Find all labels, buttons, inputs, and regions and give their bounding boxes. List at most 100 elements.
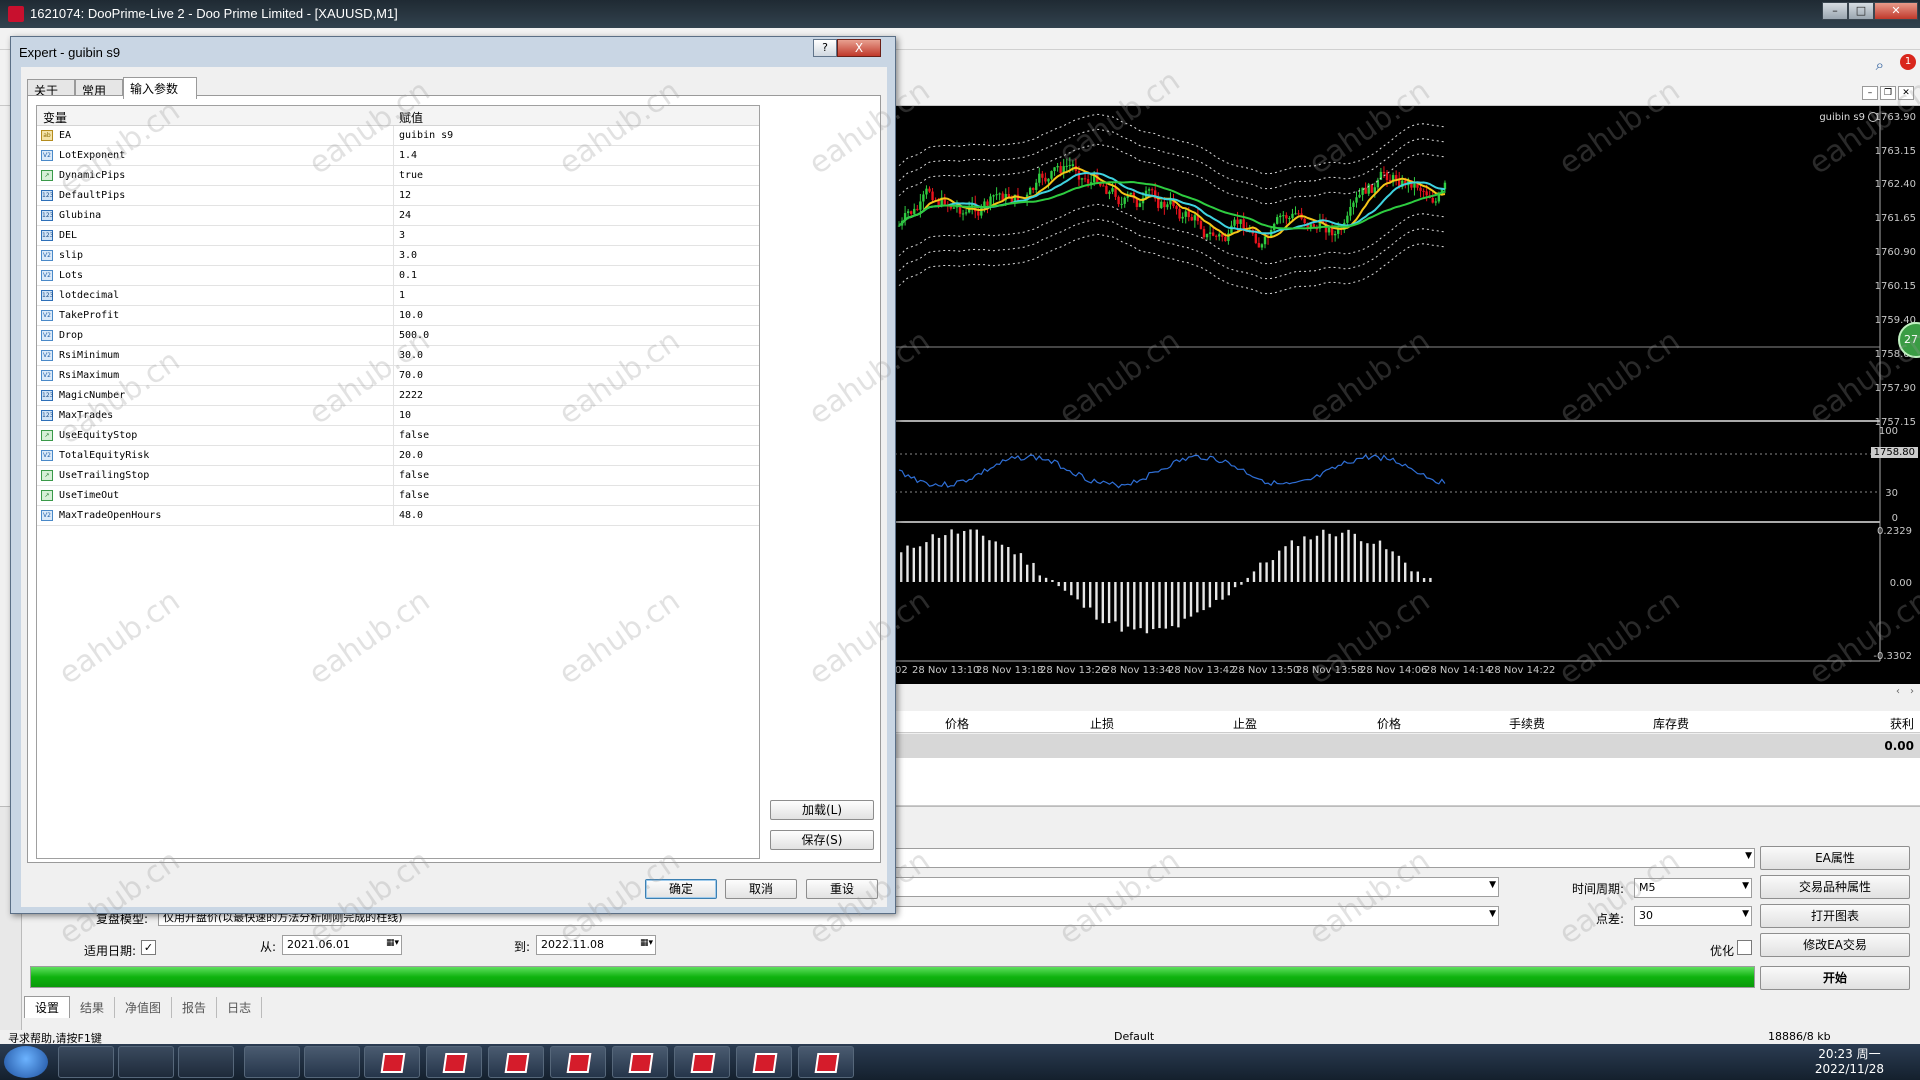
tab-settings[interactable]: 设置 — [24, 996, 71, 1018]
notification-badge[interactable]: 1 — [1900, 54, 1916, 70]
price-chart[interactable]: guibin s9 1763.90 1763.15 1762.40 1761.65 17… — [895, 106, 1920, 684]
param-name: Lots — [59, 270, 84, 281]
param-row[interactable]: 123 MaxTrades 10 — [37, 406, 759, 426]
tab-report[interactable]: 报告 — [172, 997, 218, 1018]
param-value[interactable]: 48.0 — [399, 510, 423, 521]
param-row[interactable]: V2 TakeProfit 10.0 — [37, 306, 759, 326]
param-value[interactable]: false — [399, 430, 429, 441]
tab-inputs[interactable]: 输入参数 — [123, 77, 197, 99]
param-value[interactable]: 10 — [399, 410, 411, 421]
param-row[interactable]: V2 TotalEquityRisk 20.0 — [37, 446, 759, 466]
mt4-window-icon[interactable] — [364, 1046, 420, 1078]
taskbar-app-s-icon[interactable] — [304, 1046, 360, 1078]
param-row[interactable]: 123 DEL 3 — [37, 226, 759, 246]
mt4-window-icon[interactable] — [550, 1046, 606, 1078]
tab-results[interactable]: 结果 — [70, 997, 116, 1018]
mt4-window-icon[interactable] — [488, 1046, 544, 1078]
param-value[interactable]: 3.0 — [399, 250, 417, 261]
start-button[interactable]: 开始 — [1760, 966, 1910, 990]
calendar-icon[interactable]: ▦▾ — [386, 938, 399, 948]
open-chart-button[interactable]: 打开图表 — [1760, 904, 1910, 928]
param-row[interactable]: 123 Glubina 24 — [37, 206, 759, 226]
ok-button[interactable]: 确定 — [645, 879, 717, 899]
mt4-window-icon[interactable] — [426, 1046, 482, 1078]
mt4-window-icon[interactable] — [736, 1046, 792, 1078]
param-row[interactable]: V2 RsiMaximum 70.0 — [37, 366, 759, 386]
optimize-checkbox[interactable] — [1737, 940, 1752, 955]
param-row[interactable]: V2 Lots 0.1 — [37, 266, 759, 286]
param-value[interactable]: 10.0 — [399, 310, 423, 321]
param-value[interactable]: 24 — [399, 210, 411, 221]
param-value[interactable]: 3 — [399, 230, 405, 241]
param-row[interactable]: ↗ UseEquityStop false — [37, 426, 759, 446]
param-value[interactable]: 1 — [399, 290, 405, 301]
scroll-left-icon[interactable]: ‹ — [1896, 686, 1900, 697]
symbol-properties-button[interactable]: 交易品种属性 — [1760, 875, 1910, 899]
oscillator-bar — [925, 542, 928, 582]
cancel-button[interactable]: 取消 — [725, 879, 797, 899]
param-row[interactable]: V2 RsiMinimum 30.0 — [37, 346, 759, 366]
calendar-icon[interactable]: ▦▾ — [640, 938, 653, 948]
spread-select[interactable]: 30 ▼ — [1634, 906, 1752, 926]
minimize-button[interactable]: – — [1822, 2, 1848, 20]
param-value[interactable]: 70.0 — [399, 370, 423, 381]
expert-select[interactable]: ▼ — [895, 848, 1755, 868]
dialog-close-button[interactable]: X — [837, 39, 881, 57]
mt4-window-icon[interactable] — [798, 1046, 854, 1078]
maximize-button[interactable]: □ — [1848, 2, 1874, 20]
param-value[interactable]: 12 — [399, 190, 411, 201]
param-row[interactable]: 123 MagicNumber 2222 — [37, 386, 759, 406]
start-button[interactable] — [4, 1046, 48, 1078]
mdi-minimize-icon[interactable]: – — [1862, 86, 1878, 100]
param-row[interactable]: V2 Drop 500.0 — [37, 326, 759, 346]
mt4-window-icon[interactable] — [674, 1046, 730, 1078]
param-value[interactable]: 30.0 — [399, 350, 423, 361]
param-row[interactable]: ↗ UseTrailingStop false — [37, 466, 759, 486]
clock[interactable]: 20:23 周一 2022/11/28 — [1815, 1047, 1884, 1077]
param-row[interactable]: 123 DefaultPips 12 — [37, 186, 759, 206]
param-value[interactable]: 0.1 — [399, 270, 417, 281]
taskbar-app-green-icon[interactable] — [244, 1046, 300, 1078]
folder-icon[interactable] — [178, 1046, 234, 1078]
ea-properties-button[interactable]: EA属性 — [1760, 846, 1910, 870]
mdi-restore-icon[interactable]: ❐ — [1880, 86, 1896, 100]
param-value[interactable]: true — [399, 170, 423, 181]
help-button[interactable]: ? — [813, 39, 837, 57]
param-row[interactable]: 123 lotdecimal 1 — [37, 286, 759, 306]
param-value[interactable]: false — [399, 470, 429, 481]
modify-ea-button[interactable]: 修改EA交易 — [1760, 933, 1910, 957]
param-row[interactable]: ab EA guibin s9 — [37, 126, 759, 146]
param-value[interactable]: 500.0 — [399, 330, 429, 341]
tab-equity-graph[interactable]: 净值图 — [115, 997, 173, 1018]
scroll-right-icon[interactable]: › — [1910, 686, 1914, 697]
from-date-input[interactable]: 2021.06.01 ▦▾ — [282, 935, 402, 955]
param-row[interactable]: ↗ UseTimeOut false — [37, 486, 759, 506]
timeframe-select[interactable]: M5 ▼ — [1634, 878, 1752, 898]
candle-body — [1138, 203, 1142, 207]
mdi-close-icon[interactable]: ✕ — [1898, 86, 1914, 100]
mt4-window-icon[interactable] — [612, 1046, 668, 1078]
param-row[interactable]: ↗ DynamicPips true — [37, 166, 759, 186]
param-row[interactable]: V2 LotExponent 1.4 — [37, 146, 759, 166]
param-value[interactable]: false — [399, 490, 429, 501]
use-date-checkbox[interactable]: ✓ — [141, 940, 156, 955]
chart-scroll[interactable]: ‹ › — [895, 686, 1920, 702]
save-button[interactable]: 保存(S) — [770, 830, 874, 850]
param-row[interactable]: V2 slip 3.0 — [37, 246, 759, 266]
search-icon[interactable]: ⌕ — [1876, 56, 1884, 74]
param-value[interactable]: 1.4 — [399, 150, 417, 161]
param-name: TakeProfit — [59, 310, 120, 321]
param-value[interactable]: 20.0 — [399, 450, 423, 461]
ie-icon[interactable] — [118, 1046, 174, 1078]
close-button[interactable]: ✕ — [1874, 2, 1918, 20]
param-row[interactable]: V2 MaxTradeOpenHours 48.0 — [37, 506, 759, 526]
to-date-input[interactable]: 2022.11.08 ▦▾ — [536, 935, 656, 955]
param-value[interactable]: 2222 — [399, 390, 423, 401]
bool-type-icon: ↗ — [41, 170, 53, 181]
symbol-select[interactable]: ▼ — [895, 877, 1499, 897]
taskbar-app-icon[interactable] — [58, 1046, 114, 1078]
load-button[interactable]: 加载(L) — [770, 800, 874, 820]
param-value[interactable]: guibin s9 — [399, 130, 453, 141]
reset-button[interactable]: 重设 — [806, 879, 878, 899]
tab-journal[interactable]: 日志 — [217, 997, 263, 1018]
